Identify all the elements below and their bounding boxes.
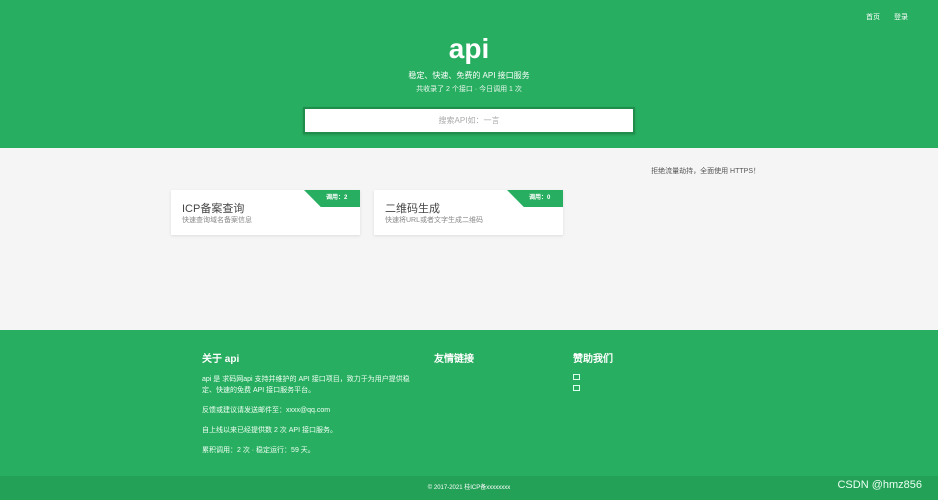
api-card-qrcode[interactable]: 二维码生成 快速将URL或者文字生成二维码 调用：0 bbox=[374, 190, 563, 235]
api-stats: 共收录了 2 个接口 · 今日调用 1 次 bbox=[416, 86, 522, 93]
copyright-bar: © 2017-2021 桂ICP备xxxxxxxx bbox=[0, 476, 938, 500]
footer-sponsor: 赞助我们 bbox=[573, 350, 693, 396]
site-tagline: 稳定、快速、免费的 API 接口服务 bbox=[408, 71, 530, 80]
footer-about: 关于 api api 是 求码网api 支持并维护的 API 接口项目，致力于为… bbox=[202, 350, 412, 465]
nav-login-link[interactable]: 登录 bbox=[894, 12, 908, 22]
footer: 关于 api api 是 求码网api 支持并维护的 API 接口项目，致力于为… bbox=[0, 330, 938, 476]
https-notice: 拒绝流量劫持，全面使用 HTTPS！ bbox=[651, 168, 760, 175]
contact-text: 反馈或建议请发送邮件至：xxxx@qq.com bbox=[202, 407, 331, 414]
served-text: 自上线以来已经提供数 2 次 API 接口服务。 bbox=[202, 427, 337, 434]
call-count-badge: 调用：0 bbox=[507, 190, 563, 207]
card-desc: 快速将URL或者文字生成二维码 bbox=[385, 217, 484, 224]
about-text: api 是 求码网api 支持并维护的 API 接口项目，致力于为用户提供稳定、… bbox=[202, 376, 410, 394]
footer-links: 友情链接 bbox=[434, 350, 554, 374]
nav-home-link[interactable]: 首页 bbox=[866, 12, 880, 22]
running-text: 累积调用：2 次 · 稳定运行：59 天。 bbox=[202, 447, 315, 454]
watermark: CSDN @hmz856 bbox=[837, 479, 922, 491]
card-title: 二维码生成 bbox=[385, 203, 440, 215]
links-heading: 友情链接 bbox=[434, 354, 474, 365]
about-heading: 关于 api bbox=[202, 354, 240, 365]
card-title: ICP备案查询 bbox=[182, 203, 245, 215]
search-input[interactable] bbox=[303, 107, 635, 134]
sponsor-heading: 赞助我们 bbox=[573, 354, 613, 365]
broken-image-icon[interactable] bbox=[573, 374, 580, 380]
call-count-badge: 调用：2 bbox=[304, 190, 360, 207]
api-card-icp[interactable]: ICP备案查询 快速查询域名备案信息 调用：2 bbox=[171, 190, 360, 235]
hero-header: 首页 登录 api 稳定、快速、免费的 API 接口服务 共收录了 2 个接口 … bbox=[0, 0, 938, 148]
broken-image-icon[interactable] bbox=[573, 385, 580, 391]
card-desc: 快速查询域名备案信息 bbox=[182, 217, 252, 224]
site-title: api bbox=[448, 33, 490, 64]
top-nav: 首页 登录 bbox=[866, 12, 908, 22]
